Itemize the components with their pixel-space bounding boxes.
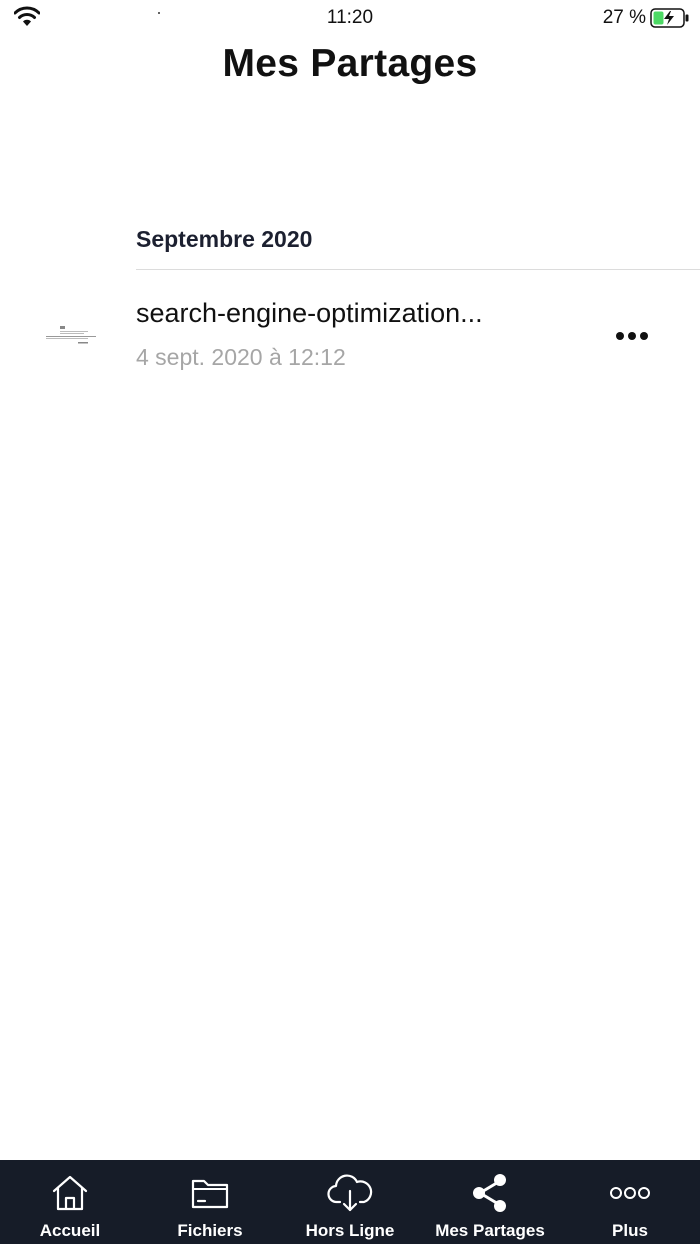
tab-plus[interactable]: Plus — [560, 1160, 700, 1244]
tab-label: Hors Ligne — [305, 1221, 395, 1240]
folder-icon — [191, 1179, 229, 1209]
share-file-name: search-engine-optimization... — [136, 298, 483, 328]
document-thumbnail — [40, 320, 100, 350]
tab-label: Fichiers — [177, 1221, 243, 1240]
share-icon — [473, 1174, 506, 1212]
status-bar: 11:20 27 % — [0, 0, 700, 36]
share-date: 4 sept. 2020 à 12:12 — [136, 344, 346, 370]
tab-fichiers[interactable]: Fichiers — [140, 1160, 280, 1244]
page-title: Mes Partages — [222, 42, 478, 85]
battery-percent: 27 % — [602, 7, 646, 28]
status-time: 11:20 — [326, 7, 374, 28]
tab-label: Accueil — [39, 1221, 101, 1240]
more-options-button[interactable] — [606, 320, 658, 352]
more-circles-icon — [610, 1187, 650, 1199]
more-horizontal-icon — [616, 332, 624, 340]
tab-label: Mes Partages — [435, 1221, 545, 1240]
share-list-item[interactable]: search-engine-optimization... 4 sept. 20… — [0, 280, 700, 390]
section-divider — [136, 269, 700, 270]
cloud-download-icon — [327, 1174, 373, 1212]
bottom-tab-bar: Accueil Fichiers Hors Ligne Mes Partages… — [0, 1160, 700, 1244]
tab-label: Plus — [612, 1221, 648, 1240]
battery-charging-icon — [650, 8, 689, 28]
tab-accueil[interactable]: Accueil — [0, 1160, 140, 1244]
section-header-month: Septembre 2020 — [136, 226, 313, 252]
home-icon — [52, 1175, 88, 1211]
tab-hors-ligne[interactable]: Hors Ligne — [280, 1160, 420, 1244]
tab-mes-partages[interactable]: Mes Partages — [420, 1160, 560, 1244]
